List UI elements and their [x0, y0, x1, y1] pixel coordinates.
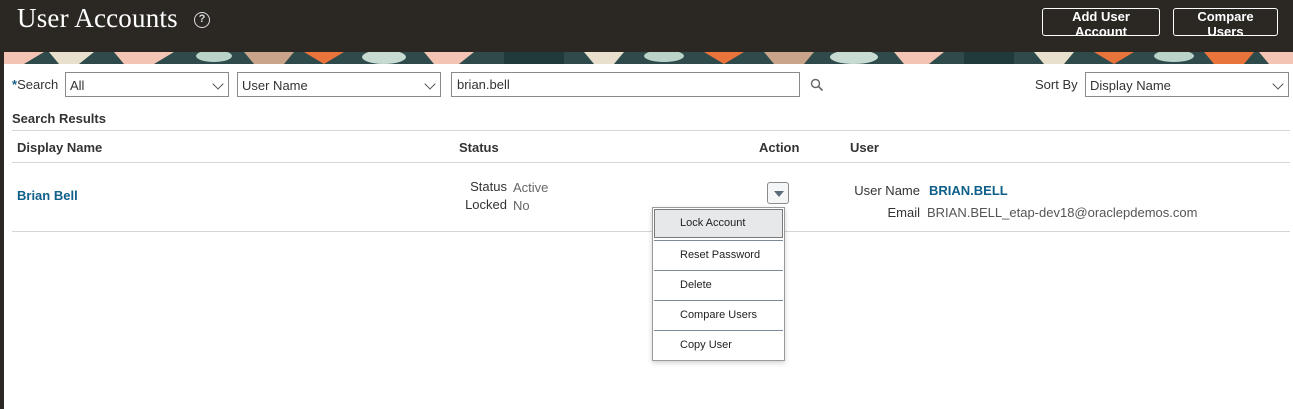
email-value: BRIAN.BELL_etap-dev18@oraclepdemos.com	[927, 205, 1198, 220]
banner-pattern	[4, 52, 1293, 64]
results-table-header: Display Name Status Action User	[12, 130, 1290, 163]
sort-by-value: Display Name	[1090, 78, 1171, 93]
menu-item-lock-account[interactable]: Lock Account	[654, 209, 783, 238]
menu-item-copy-user[interactable]: Copy User	[654, 330, 783, 359]
user-name-value[interactable]: BRIAN.BELL	[929, 183, 1008, 198]
status-label: Status	[470, 179, 507, 194]
sort-by-select[interactable]: Display Name	[1085, 72, 1289, 97]
column-header-display-name: Display Name	[17, 140, 103, 155]
search-label: *Search	[12, 77, 58, 92]
sort-by-label: Sort By	[1035, 77, 1078, 92]
column-header-action: Action	[759, 140, 800, 155]
menu-item-compare-users[interactable]: Compare Users	[654, 300, 783, 329]
chevron-down-icon	[424, 78, 436, 90]
search-icon[interactable]	[810, 78, 824, 92]
locked-label: Locked	[465, 197, 507, 212]
page-header: User Accounts ? Add User Account Compare…	[0, 0, 1293, 52]
locked-value: No	[513, 198, 530, 213]
search-field-select[interactable]: User Name	[237, 72, 441, 97]
row-actions-button[interactable]	[767, 182, 789, 204]
row-actions-menu: Lock Account Reset Password Delete Compa…	[652, 207, 785, 361]
search-scope-select[interactable]: All	[65, 72, 229, 97]
user-name-label: User Name	[854, 183, 920, 198]
display-name-link[interactable]: Brian Bell	[17, 188, 78, 203]
search-bar: *Search All User Name Sort By Display Na…	[0, 72, 1293, 98]
left-rail	[0, 0, 4, 409]
compare-users-button[interactable]: Compare Users	[1173, 8, 1278, 39]
table-row: Brian Bell Status Active Locked No User …	[12, 163, 1290, 232]
column-header-status: Status	[459, 140, 499, 155]
chevron-down-icon	[212, 78, 224, 90]
search-input[interactable]	[451, 72, 800, 97]
help-icon[interactable]: ?	[194, 12, 210, 28]
caret-down-icon	[774, 191, 784, 197]
search-scope-value: All	[70, 78, 85, 93]
email-label: Email	[887, 205, 920, 220]
chevron-down-icon	[1272, 78, 1284, 90]
status-value: Active	[513, 180, 549, 195]
page-title: User Accounts	[17, 3, 178, 33]
menu-item-reset-password[interactable]: Reset Password	[654, 240, 783, 269]
add-user-account-button[interactable]: Add User Account	[1042, 8, 1160, 39]
search-field-value: User Name	[242, 78, 308, 93]
column-header-user: User	[850, 140, 879, 155]
search-results-title: Search Results	[12, 111, 106, 126]
menu-item-delete[interactable]: Delete	[654, 270, 783, 299]
decorative-banner	[4, 52, 1293, 64]
search-label-text: Search	[17, 77, 59, 92]
